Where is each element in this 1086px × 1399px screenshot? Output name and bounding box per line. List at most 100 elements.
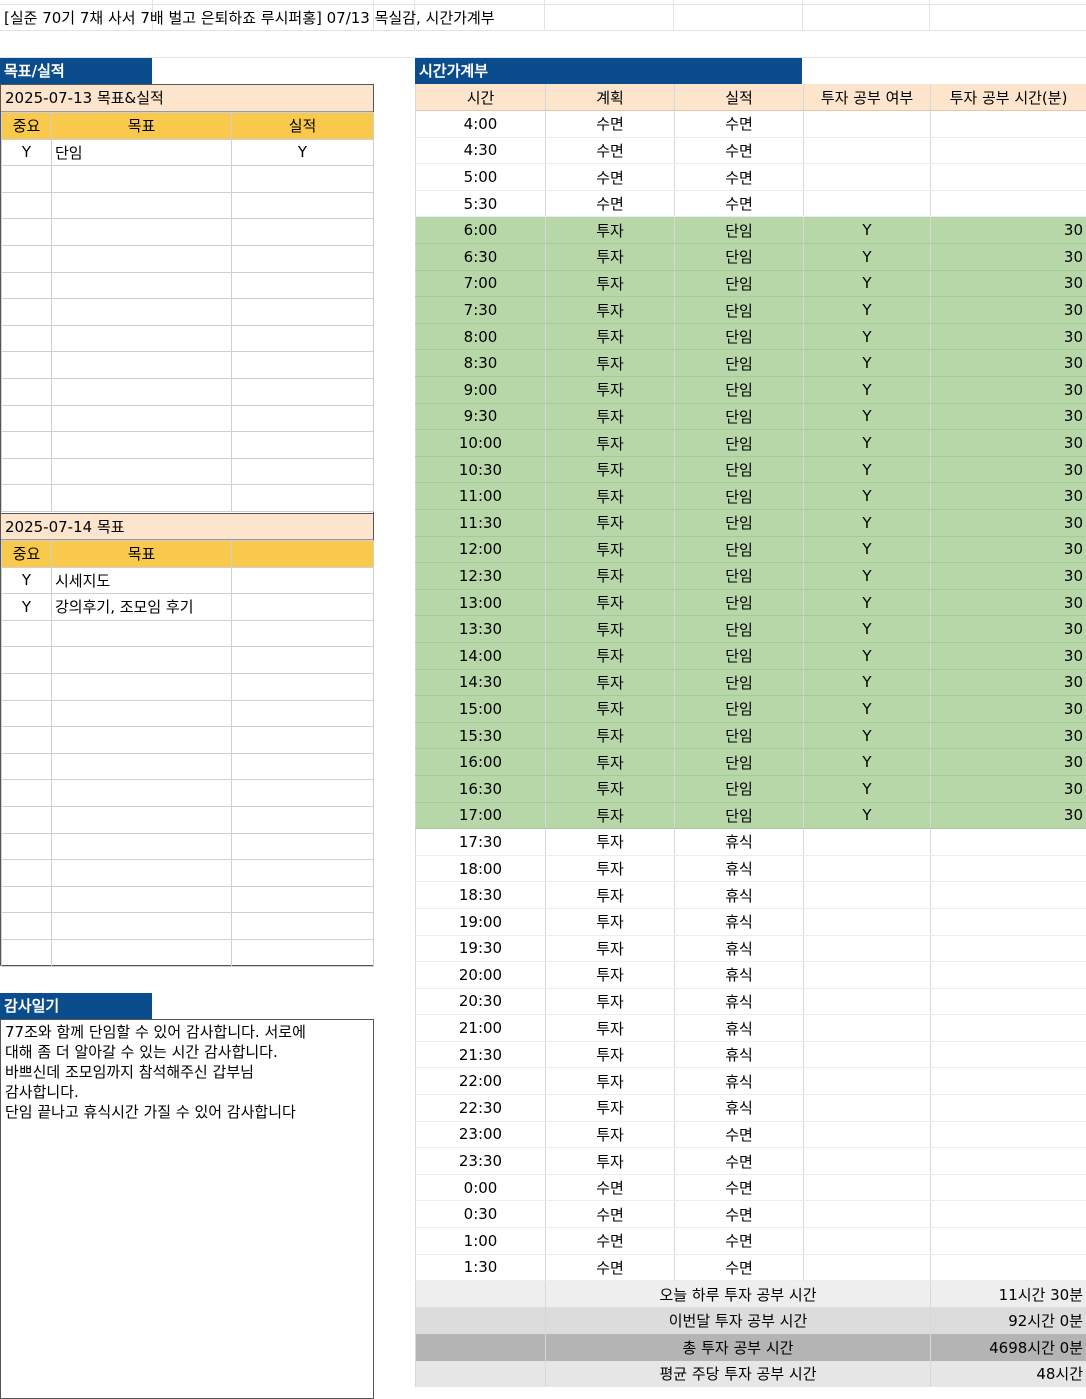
plan-cell[interactable]: 투자 bbox=[546, 1095, 675, 1122]
plan-cell[interactable]: 투자 bbox=[546, 403, 675, 430]
study-minutes-cell[interactable] bbox=[931, 1095, 1086, 1122]
goal-text-cell[interactable] bbox=[52, 833, 232, 860]
goal-priority-cell[interactable] bbox=[2, 647, 52, 674]
plan-cell[interactable]: 투자 bbox=[546, 430, 675, 457]
time-cell[interactable]: 4:00 bbox=[416, 111, 546, 138]
plan-cell[interactable]: 수면 bbox=[546, 137, 675, 164]
plan-cell[interactable]: 투자 bbox=[546, 935, 675, 962]
study-flag-cell[interactable] bbox=[804, 1201, 931, 1228]
time-cell[interactable]: 23:30 bbox=[416, 1148, 546, 1175]
study-minutes-cell[interactable] bbox=[931, 855, 1086, 882]
study-minutes-cell[interactable]: 30 bbox=[931, 616, 1086, 643]
goal-priority-cell[interactable] bbox=[2, 806, 52, 833]
goal-priority-cell[interactable] bbox=[2, 325, 52, 352]
goal-priority-cell[interactable]: Y bbox=[2, 567, 52, 594]
time-cell[interactable]: 15:00 bbox=[416, 696, 546, 723]
study-flag-cell[interactable]: Y bbox=[804, 430, 931, 457]
study-flag-cell[interactable]: Y bbox=[804, 696, 931, 723]
time-cell[interactable]: 5:00 bbox=[416, 164, 546, 191]
study-flag-cell[interactable]: Y bbox=[804, 456, 931, 483]
plan-cell[interactable]: 투자 bbox=[546, 217, 675, 244]
study-minutes-cell[interactable]: 30 bbox=[931, 323, 1086, 350]
study-minutes-cell[interactable] bbox=[931, 1015, 1086, 1042]
goal-priority-cell[interactable] bbox=[2, 780, 52, 807]
study-flag-cell[interactable]: Y bbox=[804, 297, 931, 324]
goal-text-cell[interactable] bbox=[52, 913, 232, 940]
goal-text-cell[interactable] bbox=[52, 700, 232, 727]
goal-text-cell[interactable] bbox=[52, 219, 232, 246]
plan-cell[interactable]: 수면 bbox=[546, 1174, 675, 1201]
actual-cell[interactable]: 단임 bbox=[675, 483, 804, 510]
plan-cell[interactable]: 투자 bbox=[546, 536, 675, 563]
goal-text-cell[interactable] bbox=[52, 352, 232, 379]
time-cell[interactable]: 5:30 bbox=[416, 190, 546, 217]
goal-result-cell[interactable] bbox=[232, 833, 374, 860]
actual-cell[interactable]: 단임 bbox=[675, 642, 804, 669]
study-flag-cell[interactable]: Y bbox=[804, 403, 931, 430]
actual-cell[interactable]: 수면 bbox=[675, 190, 804, 217]
study-minutes-cell[interactable]: 30 bbox=[931, 589, 1086, 616]
study-flag-cell[interactable]: Y bbox=[804, 483, 931, 510]
study-flag-cell[interactable]: Y bbox=[804, 749, 931, 776]
study-minutes-cell[interactable] bbox=[931, 190, 1086, 217]
study-minutes-cell[interactable] bbox=[931, 1121, 1086, 1148]
actual-cell[interactable]: 수면 bbox=[675, 1228, 804, 1255]
time-cell[interactable]: 11:00 bbox=[416, 483, 546, 510]
actual-cell[interactable]: 수면 bbox=[675, 111, 804, 138]
time-cell[interactable]: 0:00 bbox=[416, 1174, 546, 1201]
goal-result-cell[interactable] bbox=[232, 245, 374, 272]
actual-cell[interactable]: 단임 bbox=[675, 802, 804, 829]
goal-priority-cell[interactable] bbox=[2, 727, 52, 754]
study-flag-cell[interactable] bbox=[804, 1254, 931, 1281]
study-minutes-cell[interactable] bbox=[931, 1254, 1086, 1281]
goal-result-cell[interactable] bbox=[232, 860, 374, 887]
actual-cell[interactable]: 휴식 bbox=[675, 1015, 804, 1042]
study-minutes-cell[interactable]: 30 bbox=[931, 403, 1086, 430]
actual-cell[interactable]: 단임 bbox=[675, 749, 804, 776]
actual-cell[interactable]: 단임 bbox=[675, 244, 804, 271]
plan-cell[interactable]: 투자 bbox=[546, 323, 675, 350]
study-flag-cell[interactable]: Y bbox=[804, 510, 931, 537]
study-flag-cell[interactable] bbox=[804, 190, 931, 217]
study-minutes-cell[interactable] bbox=[931, 962, 1086, 989]
study-flag-cell[interactable] bbox=[804, 1174, 931, 1201]
study-minutes-cell[interactable]: 30 bbox=[931, 775, 1086, 802]
goal-text-cell[interactable] bbox=[52, 727, 232, 754]
study-flag-cell[interactable] bbox=[804, 882, 931, 909]
goal-result-cell[interactable] bbox=[232, 352, 374, 379]
plan-cell[interactable]: 투자 bbox=[546, 669, 675, 696]
goal-result-cell[interactable] bbox=[232, 299, 374, 326]
goal-result-cell[interactable] bbox=[232, 192, 374, 219]
goal-result-cell[interactable] bbox=[232, 806, 374, 833]
goal-text-cell[interactable]: 단임 bbox=[52, 139, 232, 166]
plan-cell[interactable]: 투자 bbox=[546, 802, 675, 829]
plan-cell[interactable]: 투자 bbox=[546, 456, 675, 483]
study-flag-cell[interactable]: Y bbox=[804, 669, 931, 696]
actual-cell[interactable]: 단임 bbox=[675, 377, 804, 404]
time-cell[interactable]: 18:00 bbox=[416, 855, 546, 882]
study-minutes-cell[interactable] bbox=[931, 829, 1086, 856]
study-flag-cell[interactable] bbox=[804, 829, 931, 856]
study-minutes-cell[interactable]: 30 bbox=[931, 377, 1086, 404]
actual-cell[interactable]: 휴식 bbox=[675, 855, 804, 882]
goal-text-cell[interactable]: 시세지도 bbox=[52, 567, 232, 594]
time-cell[interactable]: 0:30 bbox=[416, 1201, 546, 1228]
goal-result-cell[interactable] bbox=[232, 405, 374, 432]
actual-cell[interactable]: 단임 bbox=[675, 456, 804, 483]
study-minutes-cell[interactable] bbox=[931, 1041, 1086, 1068]
study-minutes-cell[interactable] bbox=[931, 908, 1086, 935]
time-cell[interactable]: 11:30 bbox=[416, 510, 546, 537]
plan-cell[interactable]: 수면 bbox=[546, 164, 675, 191]
plan-cell[interactable]: 투자 bbox=[546, 722, 675, 749]
plan-cell[interactable]: 투자 bbox=[546, 882, 675, 909]
study-minutes-cell[interactable] bbox=[931, 1228, 1086, 1255]
goal-result-cell[interactable] bbox=[232, 673, 374, 700]
study-minutes-cell[interactable] bbox=[931, 137, 1086, 164]
study-minutes-cell[interactable]: 30 bbox=[931, 244, 1086, 271]
time-cell[interactable]: 19:30 bbox=[416, 935, 546, 962]
study-minutes-cell[interactable]: 30 bbox=[931, 669, 1086, 696]
plan-cell[interactable]: 수면 bbox=[546, 1201, 675, 1228]
goal-priority-cell[interactable] bbox=[2, 245, 52, 272]
goal-text-cell[interactable] bbox=[52, 378, 232, 405]
plan-cell[interactable]: 투자 bbox=[546, 377, 675, 404]
